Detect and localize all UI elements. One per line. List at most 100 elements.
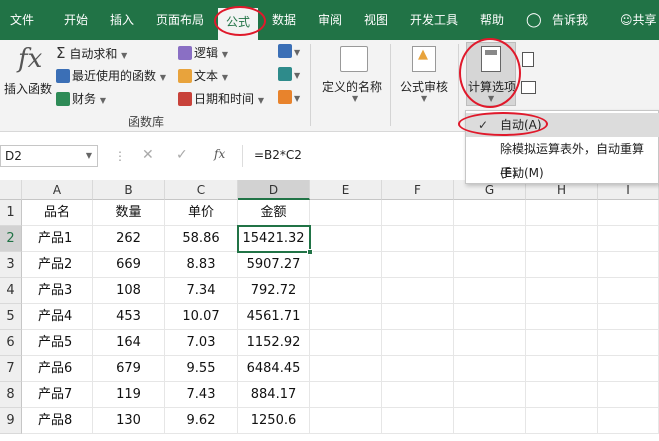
empty-cell[interactable] (526, 356, 598, 382)
empty-cell[interactable] (454, 304, 526, 330)
data-cell[interactable]: 7.03 (165, 330, 238, 356)
tab-help[interactable]: 帮助 (480, 0, 504, 40)
menu-item-manual[interactable]: 手动(M) (466, 161, 659, 185)
tab-data[interactable]: 数据 (272, 0, 296, 40)
data-cell[interactable]: 884.17 (238, 382, 310, 408)
empty-cell[interactable] (310, 278, 382, 304)
empty-cell[interactable] (382, 200, 454, 226)
header-cell[interactable]: 金额 (238, 200, 310, 226)
defined-names-button[interactable]: 定义的名称 (322, 78, 382, 95)
column-header-selected[interactable]: D (238, 180, 310, 200)
empty-cell[interactable] (598, 200, 659, 226)
empty-cell[interactable] (598, 226, 659, 252)
row-header[interactable]: 1 (0, 200, 22, 226)
empty-cell[interactable] (454, 356, 526, 382)
data-cell[interactable]: 产品8 (22, 408, 93, 434)
empty-cell[interactable] (454, 278, 526, 304)
row-header-selected[interactable]: 2 (0, 226, 22, 252)
data-cell[interactable]: 产品5 (22, 330, 93, 356)
row-header[interactable]: 9 (0, 408, 22, 434)
tab-page-layout[interactable]: 页面布局 (156, 0, 204, 40)
data-cell[interactable]: 679 (93, 356, 165, 382)
tab-view[interactable]: 视图 (364, 0, 388, 40)
data-cell[interactable]: 产品3 (22, 278, 93, 304)
empty-cell[interactable] (382, 252, 454, 278)
autosum-button[interactable]: Σ 自动求和 ▼ (56, 44, 127, 62)
column-header[interactable]: F (382, 180, 454, 200)
data-cell[interactable]: 792.72 (238, 278, 310, 304)
data-cell[interactable]: 8.83 (165, 252, 238, 278)
column-header[interactable]: E (310, 180, 382, 200)
enter-check-icon[interactable]: ✓ (176, 147, 188, 163)
fill-handle[interactable] (307, 249, 313, 255)
empty-cell[interactable] (454, 226, 526, 252)
data-cell[interactable]: 58.86 (165, 226, 238, 252)
row-header[interactable]: 7 (0, 356, 22, 382)
data-cell[interactable]: 262 (93, 226, 165, 252)
data-cell[interactable]: 108 (93, 278, 165, 304)
empty-cell[interactable] (310, 200, 382, 226)
tab-review[interactable]: 审阅 (318, 0, 342, 40)
empty-cell[interactable] (382, 304, 454, 330)
data-cell[interactable]: 6484.45 (238, 356, 310, 382)
tab-file[interactable]: 文件 (10, 0, 34, 40)
column-header[interactable]: C (165, 180, 238, 200)
data-cell[interactable]: 9.55 (165, 356, 238, 382)
menu-item-automatic-except-tables[interactable]: 除模拟运算表外，自动重算(E) (466, 137, 659, 180)
logical-button[interactable]: 逻辑 ▼ (178, 44, 228, 61)
text-button[interactable]: 文本 ▼ (178, 67, 228, 84)
empty-cell[interactable] (526, 304, 598, 330)
empty-cell[interactable] (382, 408, 454, 434)
data-cell[interactable]: 产品7 (22, 382, 93, 408)
row-header[interactable]: 6 (0, 330, 22, 356)
row-header[interactable]: 3 (0, 252, 22, 278)
menu-item-automatic[interactable]: ✓ 自动(A) (466, 113, 659, 137)
empty-cell[interactable] (310, 304, 382, 330)
empty-cell[interactable] (526, 200, 598, 226)
empty-cell[interactable] (454, 252, 526, 278)
data-cell[interactable]: 产品4 (22, 304, 93, 330)
data-cell[interactable]: 130 (93, 408, 165, 434)
row-header[interactable]: 5 (0, 304, 22, 330)
empty-cell[interactable] (382, 226, 454, 252)
empty-cell[interactable] (526, 278, 598, 304)
empty-cell[interactable] (598, 304, 659, 330)
empty-cell[interactable] (382, 330, 454, 356)
empty-cell[interactable] (526, 408, 598, 434)
cancel-icon[interactable]: ✕ (142, 147, 154, 163)
empty-cell[interactable] (310, 356, 382, 382)
data-cell[interactable]: 9.62 (165, 408, 238, 434)
data-cell[interactable]: 7.43 (165, 382, 238, 408)
data-cell[interactable]: 1250.6 (238, 408, 310, 434)
empty-cell[interactable] (598, 356, 659, 382)
empty-cell[interactable] (526, 330, 598, 356)
name-box[interactable]: D2 ▼ (0, 145, 98, 167)
tell-me-search[interactable]: 告诉我 (552, 0, 588, 40)
empty-cell[interactable] (382, 278, 454, 304)
insert-function-button[interactable]: 插入函数 (4, 80, 52, 97)
empty-cell[interactable] (454, 330, 526, 356)
empty-cell[interactable] (310, 330, 382, 356)
row-header[interactable]: 4 (0, 278, 22, 304)
tab-formulas[interactable]: 公式 (218, 8, 259, 40)
column-header[interactable]: B (93, 180, 165, 200)
data-cell[interactable]: 1152.92 (238, 330, 310, 356)
tab-home[interactable]: 开始 (64, 0, 88, 40)
empty-cell[interactable] (598, 330, 659, 356)
column-header[interactable]: A (22, 180, 93, 200)
math-button[interactable]: ▼ (278, 67, 300, 81)
data-cell[interactable]: 产品6 (22, 356, 93, 382)
data-cell[interactable]: 4561.71 (238, 304, 310, 330)
empty-cell[interactable] (310, 382, 382, 408)
datetime-button[interactable]: 日期和时间 ▼ (178, 90, 264, 107)
header-cell[interactable]: 数量 (93, 200, 165, 226)
data-cell[interactable]: 453 (93, 304, 165, 330)
empty-cell[interactable] (310, 226, 382, 252)
empty-cell[interactable] (598, 278, 659, 304)
empty-cell[interactable] (454, 408, 526, 434)
tab-insert[interactable]: 插入 (110, 0, 134, 40)
empty-cell[interactable] (310, 252, 382, 278)
data-cell[interactable]: 669 (93, 252, 165, 278)
data-cell[interactable]: 产品1 (22, 226, 93, 252)
data-cell[interactable]: 7.34 (165, 278, 238, 304)
